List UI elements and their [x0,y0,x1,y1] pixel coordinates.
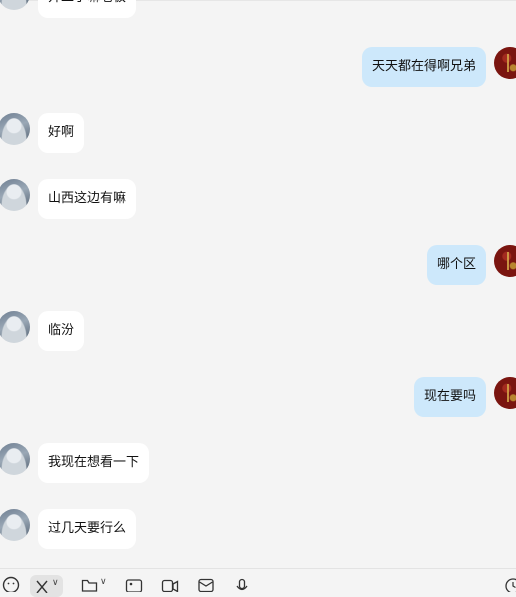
scissors-icon [36,580,48,593]
video-call-button[interactable] [161,574,179,594]
friend-avatar[interactable] [0,0,30,10]
message-bubble[interactable]: 哪个区 [426,245,486,285]
red-packet-button[interactable] [197,574,215,594]
my-avatar[interactable] [494,377,516,409]
friend-avatar[interactable] [0,509,30,541]
image-button[interactable] [125,574,143,594]
message-bubble[interactable]: 山西这边有嘛 [38,179,137,219]
history-button[interactable] [503,574,516,594]
input-toolbar: ∨ ∨ [0,568,516,597]
message-incoming: 山西这边有嘛 [0,179,137,219]
message-bubble[interactable]: 临汾 [38,311,85,351]
friend-avatar[interactable] [0,179,30,211]
message-bubble[interactable]: 天天都在得啊兄弟 [361,47,486,87]
file-button[interactable]: ∨ [81,574,107,594]
message-bubble[interactable]: 好啊 [38,113,85,153]
message-outgoing: 哪个区 [426,245,516,285]
message-bubble[interactable]: 开工了嘛老板 [38,0,137,18]
emoji-button[interactable] [2,574,20,594]
chevron-down-icon: ∨ [100,577,107,587]
message-bubble[interactable]: 过几天要行么 [38,509,137,549]
friend-avatar[interactable] [0,311,30,343]
message-bubble[interactable]: 现在要吗 [413,377,486,417]
microphone-icon [236,578,248,591]
video-call-icon [161,579,179,592]
chevron-down-icon: ∨ [52,578,59,588]
chat-message-area[interactable]: 开工了嘛老板 天天都在得啊兄弟 好啊 山西这边有嘛 哪个区 临汾 现在要吗 我现… [0,0,516,568]
voice-button[interactable] [233,574,251,594]
message-bubble[interactable]: 我现在想看一下 [38,443,150,483]
message-incoming: 开工了嘛老板 [0,0,137,18]
my-avatar[interactable] [494,245,516,277]
my-avatar[interactable] [494,47,516,79]
message-incoming: 临汾 [0,311,85,351]
message-incoming: 过几天要行么 [0,509,137,549]
message-incoming: 我现在想看一下 [0,443,150,483]
message-outgoing: 现在要吗 [413,377,516,417]
friend-avatar[interactable] [0,443,30,475]
history-icon [505,578,516,592]
image-icon [125,579,143,592]
folder-icon [81,579,98,592]
message-outgoing: 天天都在得啊兄弟 [361,47,516,87]
emoji-icon [2,576,20,592]
message-incoming: 好啊 [0,113,85,153]
red-packet-icon [198,578,214,592]
screenshot-button[interactable]: ∨ [30,575,63,597]
friend-avatar[interactable] [0,113,30,145]
